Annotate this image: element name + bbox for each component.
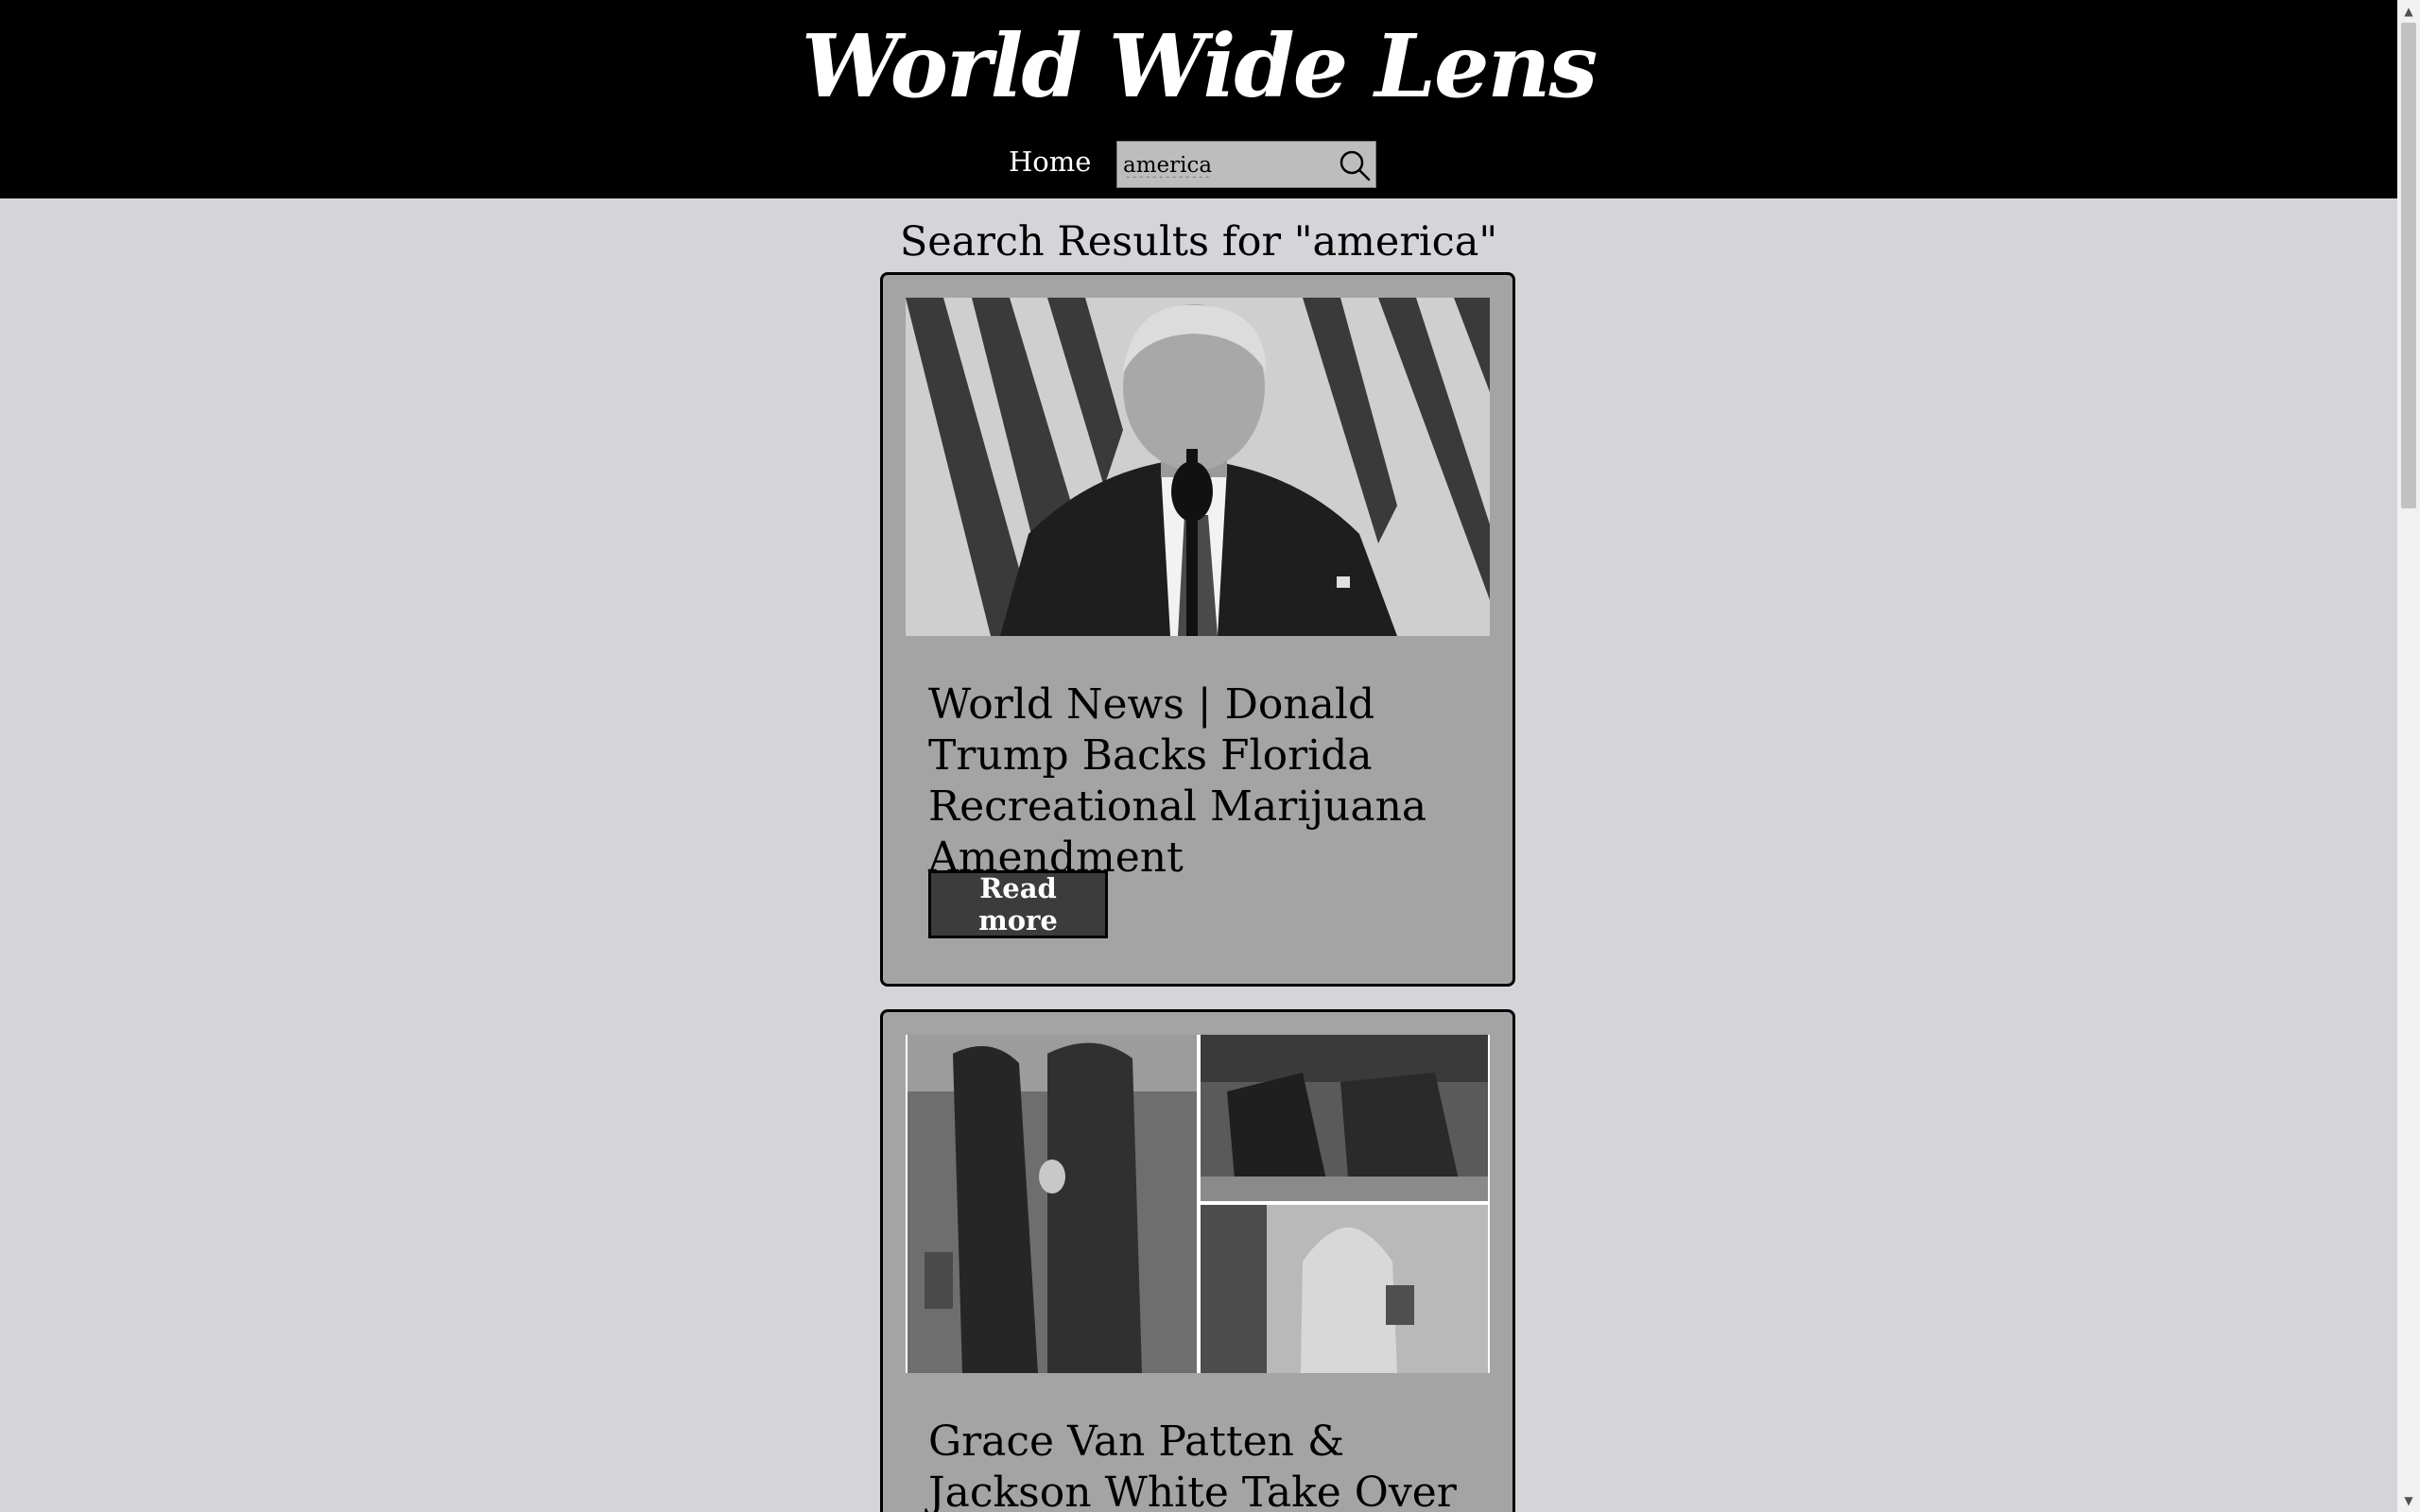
article-photo <box>906 1035 1490 1373</box>
search-input[interactable] <box>1123 150 1326 180</box>
article-title[interactable]: World News | Donald Trump Backs Florida … <box>928 679 1477 884</box>
vertical-scrollbar[interactable]: ▲ ▼ <box>2397 0 2420 1512</box>
results-heading: Search Results for "america" <box>899 218 1498 266</box>
article-image[interactable] <box>906 1035 1490 1373</box>
scroll-down-arrow-icon[interactable]: ▼ <box>2397 1489 2420 1512</box>
article-card: World News | Donald Trump Backs Florida … <box>880 272 1515 987</box>
scroll-up-arrow-icon[interactable]: ▲ <box>2397 0 2420 23</box>
article-card: Grace Van Patten & Jackson White Take Ov… <box>880 1009 1515 1512</box>
scroll-thumb[interactable] <box>2401 23 2416 508</box>
site-header: World Wide Lens Home <box>0 0 2397 198</box>
article-image[interactable] <box>906 298 1490 636</box>
article-photo <box>906 298 1490 636</box>
search-button[interactable] <box>1336 147 1372 183</box>
article-title[interactable]: Grace Van Patten & Jackson White Take Ov… <box>928 1417 1477 1512</box>
search-form <box>1116 141 1376 188</box>
search-icon <box>1340 150 1371 181</box>
page: World Wide Lens Home Search Results for … <box>0 0 2420 1512</box>
read-more-button[interactable]: Read more <box>928 870 1108 938</box>
nav-home-link[interactable]: Home <box>1009 144 1091 180</box>
site-title[interactable]: World Wide Lens <box>0 13 2397 119</box>
